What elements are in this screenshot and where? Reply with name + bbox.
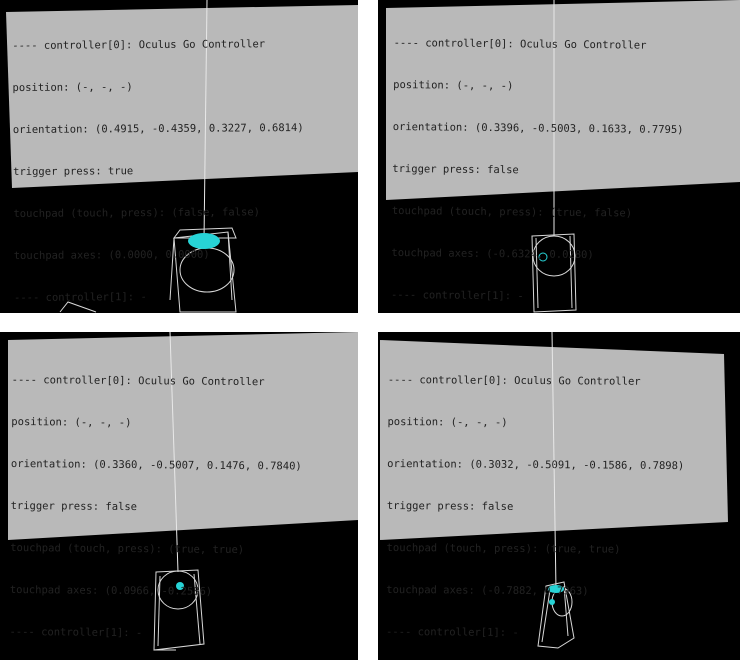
controller-status-text: ---- controller[0]: Oculus Go Controller…	[9, 345, 303, 660]
status-line: ---- controller[1]: -	[13, 291, 147, 304]
status-line: touchpad axes: (0.0000, 0.0000)	[13, 248, 210, 262]
vr-view-panel-2: ---- controller[0]: Oculus Go Controller…	[378, 0, 740, 313]
status-line: position: (-, -, -)	[11, 415, 132, 430]
vr-view-panel-1: ---- controller[0]: Oculus Go Controller…	[0, 0, 358, 313]
status-line: ---- controller[0]: Oculus Go Controller	[387, 373, 641, 388]
status-line: orientation: (0.4915, -0.4359, 0.3227, 0…	[12, 121, 304, 136]
status-line: touchpad (touch, press): (true, true)	[386, 541, 621, 556]
status-line: touchpad axes: (-0.7882, 0.7963)	[386, 583, 589, 598]
status-line: ---- controller[0]: Oculus Go Controller	[11, 373, 265, 389]
status-line: ---- controller[0]: Oculus Go Controller	[12, 38, 266, 52]
status-line: trigger press: false	[386, 499, 514, 513]
status-line: touchpad (touch, press): (false, false)	[13, 206, 260, 220]
status-line: orientation: (0.3032, -0.5091, -0.1586, …	[387, 457, 685, 473]
status-line: ---- controller[1]: -	[390, 288, 524, 303]
vr-view-panel-4: ---- controller[0]: Oculus Go Controller…	[378, 332, 740, 660]
status-line: touchpad axes: (0.0966, -0.2586)	[9, 583, 213, 598]
vr-view-panel-3: ---- controller[0]: Oculus Go Controller…	[0, 332, 358, 660]
status-line: trigger press: false	[10, 499, 138, 514]
status-line: touchpad axes: (-0.6324, 0.0280)	[391, 246, 594, 262]
status-line: touchpad (touch, press): (true, false)	[391, 204, 633, 220]
status-line: trigger press: false	[392, 162, 519, 177]
controller-status-text: ---- controller[0]: Oculus Go Controller…	[391, 8, 685, 313]
controller-status-text: ---- controller[0]: Oculus Go Controller…	[386, 345, 685, 660]
status-line: orientation: (0.3360, -0.5007, 0.1476, 0…	[10, 457, 302, 473]
controller-status-text: ---- controller[0]: Oculus Go Controller…	[12, 9, 305, 313]
status-line: position: (-, -, -)	[393, 78, 514, 93]
status-line: position: (-, -, -)	[12, 81, 133, 94]
status-line: orientation: (0.3396, -0.5003, 0.1633, 0…	[392, 120, 684, 137]
status-line: ---- controller[1]: -	[9, 625, 143, 640]
status-line: ---- controller[0]: Oculus Go Controller	[393, 36, 647, 52]
status-line: trigger press: true	[13, 165, 134, 178]
status-line: touchpad (touch, press): (true, true)	[10, 541, 245, 557]
status-line: position: (-, -, -)	[387, 415, 508, 429]
status-line: ---- controller[1]: -	[385, 625, 519, 639]
